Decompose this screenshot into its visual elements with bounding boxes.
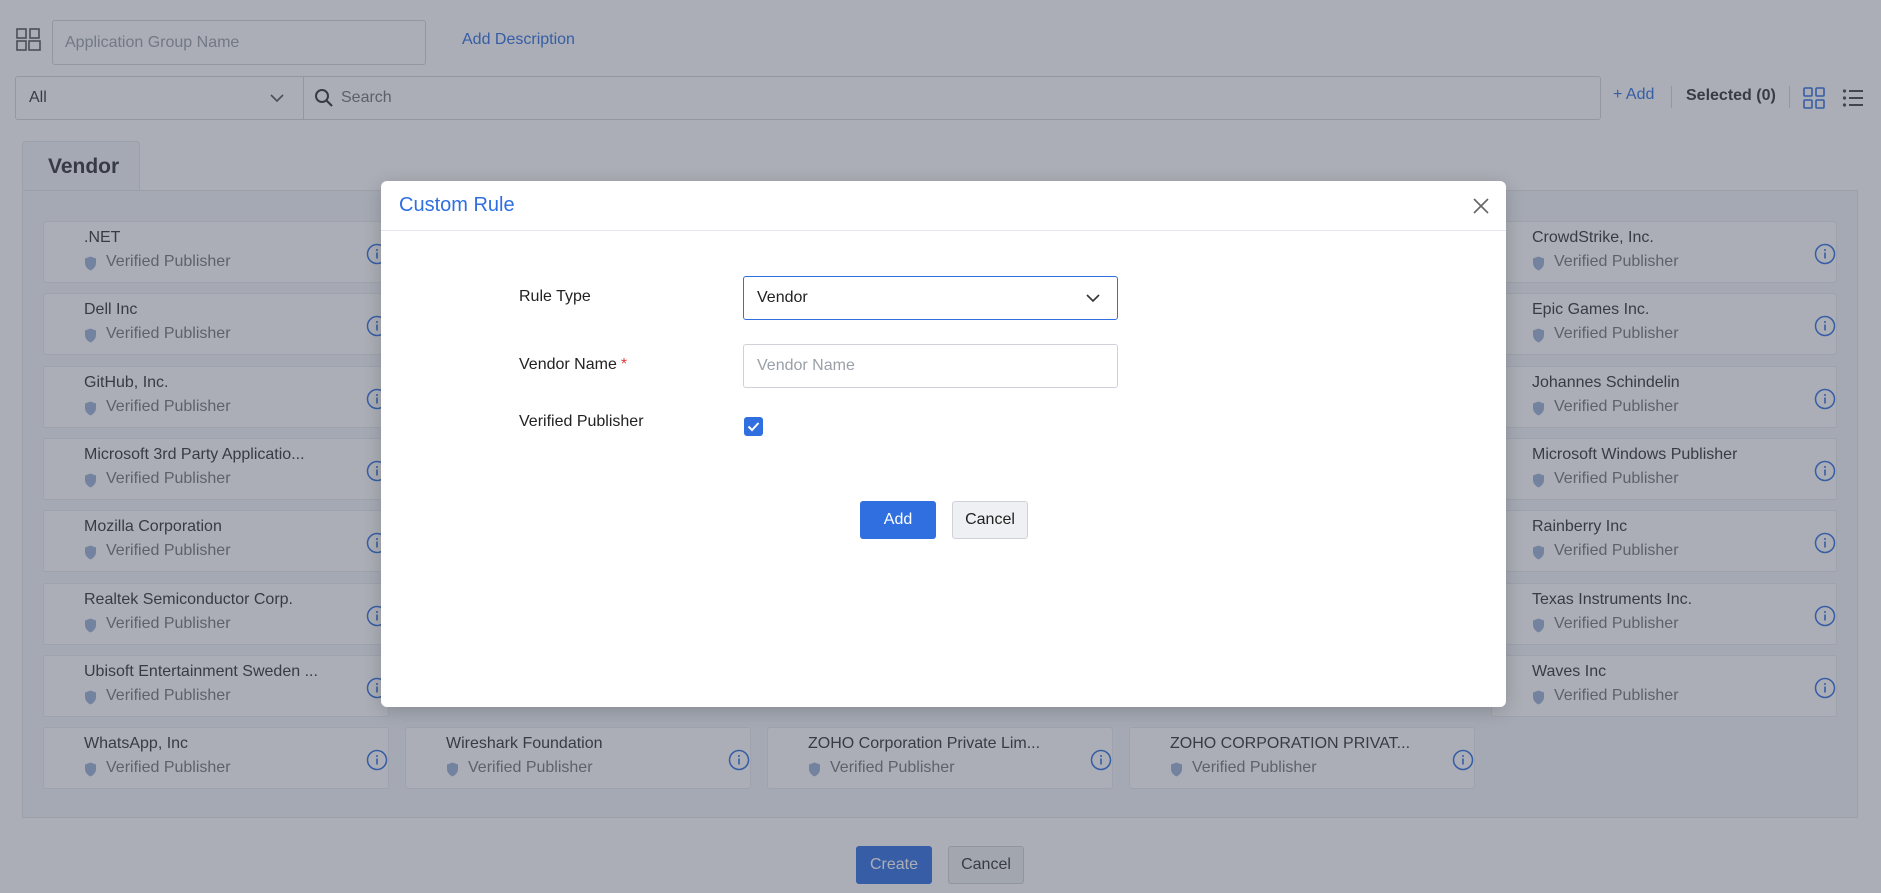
rule-type-value: Vendor — [757, 289, 808, 306]
verified-publisher-checkbox[interactable] — [744, 417, 763, 436]
rule-type-label: Rule Type — [519, 288, 591, 305]
required-asterisk: * — [620, 356, 628, 373]
vendor-name-input[interactable] — [743, 344, 1118, 388]
vendor-name-label-text: Vendor Name — [519, 356, 617, 373]
chevron-down-icon — [1086, 294, 1100, 303]
vendor-name-label: Vendor Name * — [519, 356, 627, 374]
custom-rule-dialog: Custom Rule Rule Type Vendor Vendor Name… — [381, 181, 1506, 707]
close-icon[interactable] — [1472, 197, 1490, 215]
check-icon — [747, 422, 760, 432]
dialog-add-button[interactable]: Add — [860, 501, 936, 539]
dialog-cancel-button[interactable]: Cancel — [952, 501, 1028, 539]
verified-publisher-label: Verified Publisher — [519, 413, 644, 430]
dialog-header: Custom Rule — [381, 181, 1506, 231]
dialog-title: Custom Rule — [399, 194, 515, 216]
rule-type-select[interactable]: Vendor — [743, 276, 1118, 320]
